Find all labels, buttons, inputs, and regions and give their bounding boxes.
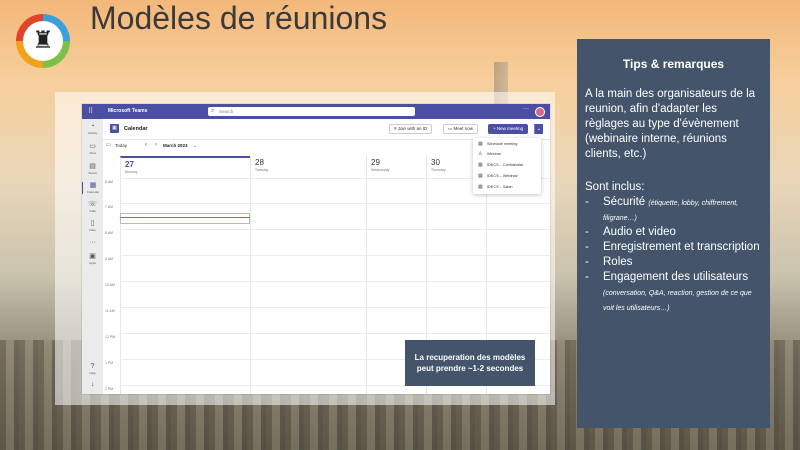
bell-icon: ◔	[90, 123, 95, 130]
rail-item-files[interactable]: ▯ Files	[82, 220, 103, 232]
help-icon: ?	[90, 363, 95, 370]
rail-item-apps[interactable]: ▣ Apps	[82, 253, 103, 265]
menu-item-template-salon[interactable]: ▦ IDECS – Salon	[473, 182, 541, 192]
chat-icon: ▭	[89, 143, 96, 150]
hour-label: 12 PM	[105, 335, 116, 339]
list-item: - Roles	[585, 256, 633, 268]
hour-label: 10 AM	[105, 283, 115, 287]
chevron-down-icon[interactable]: ⌄	[534, 124, 543, 134]
search-placeholder: Search	[219, 109, 234, 114]
apps-icon: ▣	[89, 253, 96, 260]
new-meeting-menu: ▦ Schedule meeting ♙ Webinar ▦ IDECS – C…	[473, 138, 541, 194]
app-name: Microsoft Teams	[108, 108, 148, 114]
rail-item-calls[interactable]: ☏ Calls	[82, 201, 103, 213]
calendar-title: Calendar	[124, 126, 148, 132]
menu-item-schedule-meeting[interactable]: ▦ Schedule meeting	[473, 139, 541, 149]
calendar-header: ▦ Calendar # Join with an ID ▭ Meet now …	[103, 119, 550, 140]
tips-intro: A la main des organisateurs de la reunio…	[585, 88, 756, 160]
rail-item-chat[interactable]: ▭ Chat	[82, 143, 103, 155]
loading-note: La recuperation des modèles peut prendre…	[405, 340, 535, 386]
rail-item-activity[interactable]: ◔ Activity	[82, 123, 103, 135]
eiffel-tower-icon: ♜	[23, 21, 63, 61]
file-icon: ▯	[90, 220, 95, 227]
calendar-icon: ▦	[478, 173, 483, 179]
month-selector[interactable]: March 2023	[163, 143, 188, 148]
slide-title: Modèles de réunions	[90, 0, 388, 36]
logo: ♜	[16, 14, 70, 68]
join-with-id-button[interactable]: # Join with an ID	[389, 124, 433, 134]
selected-time-slot[interactable]	[120, 213, 250, 224]
menu-item-template-webinair[interactable]: ▦ IDECS – Webinair	[473, 171, 541, 181]
chevron-left-icon[interactable]: ‹	[145, 142, 147, 148]
hour-label: 9 AM	[105, 257, 113, 261]
download-icon: ↓	[90, 381, 95, 388]
rail-item-help[interactable]: ? Help	[82, 363, 103, 375]
search-icon: ⌕	[211, 108, 215, 114]
hour-label: 2 PM	[105, 387, 114, 391]
current-time-indicator	[120, 217, 250, 218]
calendar-today-icon: ▭	[106, 142, 111, 148]
hour-label: 7 AM	[105, 205, 113, 209]
rail-item-download[interactable]: ↓	[82, 381, 103, 389]
list-item: - Enregistrement et transcription	[585, 241, 760, 253]
hour-label: 1 PM	[105, 361, 114, 365]
teams-topbar: ⠿ Microsoft Teams ⌕ Search ···	[82, 104, 550, 119]
menu-item-webinar[interactable]: ♙ Webinar	[473, 149, 541, 159]
tips-title: Tips & remarques	[622, 57, 725, 71]
app-rail: ◔ Activity ▭ Chat ▤ Teams ▦ Calendar ☏ C…	[82, 119, 103, 394]
tips-list: - Sécurité (étiquette, lobby, chiffrement…	[585, 195, 762, 315]
hour-label: 11 AM	[105, 309, 115, 313]
rail-item-teams[interactable]: ▤ Teams	[82, 163, 103, 175]
list-item: - Engagement des utilisateurs (conversatio…	[585, 271, 752, 312]
tips-panel: Tips & remarques A la main des organisat…	[577, 39, 770, 428]
more-options-icon[interactable]: ···	[523, 106, 529, 112]
webinar-icon: ♙	[478, 151, 483, 157]
list-item: - Audio et video	[585, 226, 676, 238]
calendar-icon: ▦	[478, 184, 483, 190]
calendar-icon: ▦	[89, 182, 97, 189]
search-input[interactable]: ⌕ Search	[208, 107, 415, 116]
today-button[interactable]: Today	[115, 143, 127, 148]
calendar-icon: ▦	[478, 141, 483, 147]
calendar-icon: ▦	[478, 162, 483, 168]
teams-icon: ▤	[89, 163, 96, 170]
app-launcher-icon[interactable]: ⠿	[88, 107, 97, 116]
list-item: - Sécurité (étiquette, lobby, chiffrement…	[585, 196, 739, 222]
new-meeting-button[interactable]: + New meeting	[488, 124, 529, 134]
menu-item-template-confidential[interactable]: ▦ IDECS – Confidential	[473, 160, 541, 170]
rail-item-more[interactable]: ···	[82, 239, 103, 247]
chevron-down-icon[interactable]: ⌄	[193, 143, 197, 149]
rail-item-calendar[interactable]: ▦ Calendar	[82, 182, 103, 194]
tips-included-heading: Sont inclus:	[585, 181, 645, 193]
calendar-app-icon: ▦	[110, 124, 119, 133]
phone-icon: ☏	[88, 201, 97, 208]
avatar[interactable]	[535, 107, 545, 117]
more-icon: ···	[89, 239, 96, 246]
chevron-right-icon[interactable]: ›	[155, 142, 157, 148]
meet-now-button[interactable]: ▭ Meet now	[443, 124, 479, 134]
hour-label: 8 AM	[105, 231, 113, 235]
hour-label: 6 AM	[105, 180, 113, 184]
